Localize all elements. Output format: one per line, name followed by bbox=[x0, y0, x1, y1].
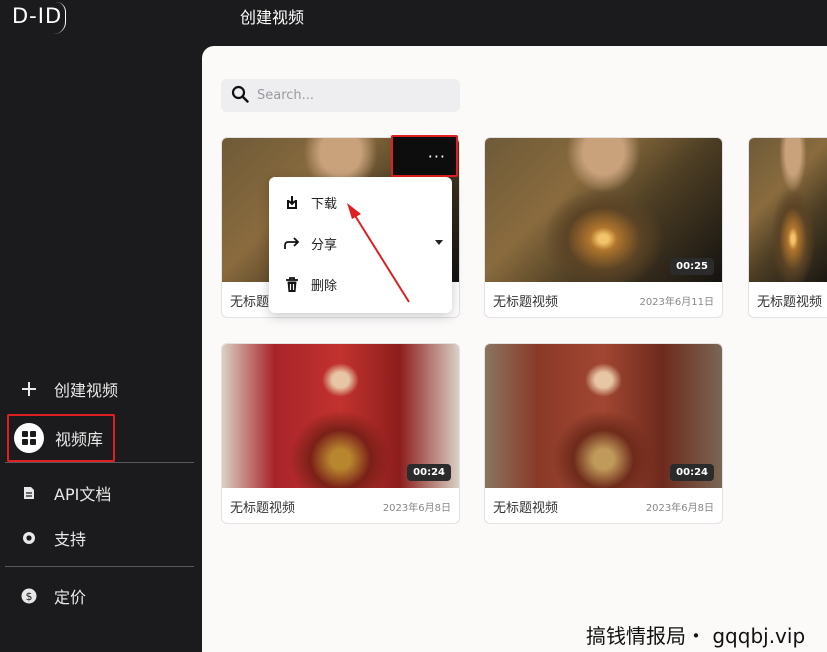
video-title: 无标题视频 bbox=[493, 295, 559, 310]
menu-item-delete[interactable]: 删除 bbox=[283, 275, 443, 294]
video-thumbnail[interactable]: 00:25 bbox=[485, 138, 722, 282]
menu-item-label: 下载 bbox=[311, 197, 338, 212]
duration-badge: 00:24 bbox=[407, 464, 451, 481]
share-arrow-icon bbox=[283, 236, 301, 251]
video-card[interactable]: 无标题视频 bbox=[748, 137, 827, 318]
sidebar-item-api-docs[interactable]: API文档 bbox=[0, 473, 194, 513]
video-thumbnail[interactable]: 00:24 bbox=[485, 344, 722, 488]
lifebuoy-icon bbox=[18, 531, 40, 545]
video-date: 2023年6月8日 bbox=[382, 503, 451, 514]
menu-item-download[interactable]: 下载 bbox=[283, 193, 443, 212]
logo-face-icon bbox=[52, 2, 66, 34]
sidebar-item-pricing[interactable]: $ 定价 bbox=[0, 576, 194, 616]
sidebar-divider bbox=[5, 566, 194, 567]
caret-down-icon bbox=[435, 240, 443, 245]
sidebar-item-label: 视频库 bbox=[55, 430, 104, 449]
did-logo[interactable]: D-ID bbox=[12, 2, 66, 34]
sidebar-item-video-library[interactable]: 视频库 bbox=[7, 414, 115, 462]
video-title: 无标题视频 bbox=[757, 295, 823, 310]
video-card[interactable]: 00:25 无标题视频 2023年6月11日 bbox=[484, 137, 723, 318]
plus-icon bbox=[18, 381, 40, 397]
search-bar[interactable] bbox=[221, 79, 460, 112]
menu-item-share[interactable]: 分享 bbox=[283, 234, 443, 253]
sidebar-item-label: 定价 bbox=[54, 588, 87, 607]
video-title: 无标题视频 bbox=[493, 501, 559, 516]
document-icon bbox=[18, 486, 40, 500]
watermark-text: 搞钱情报局・ gqqbj.vip bbox=[586, 624, 806, 648]
sidebar: D-ID 创建视频 视频库 API文档 支持 $ 定价 bbox=[0, 0, 202, 652]
video-date: 2023年6月8日 bbox=[645, 503, 714, 514]
more-options-button[interactable]: ··· bbox=[391, 135, 458, 177]
menu-item-label: 分享 bbox=[311, 238, 338, 253]
dollar-icon: $ bbox=[18, 588, 40, 604]
sidebar-divider bbox=[5, 462, 194, 463]
grid-icon bbox=[14, 423, 44, 453]
download-icon bbox=[283, 194, 301, 211]
trash-icon bbox=[283, 276, 301, 293]
video-thumbnail[interactable]: 00:24 bbox=[222, 344, 459, 488]
video-date: 2023年6月11日 bbox=[639, 297, 714, 308]
more-dots-icon: ··· bbox=[427, 146, 446, 166]
search-icon bbox=[231, 85, 249, 107]
video-title: 无标题视频 bbox=[230, 501, 296, 516]
context-menu: 下载 分享 删除 bbox=[269, 177, 452, 313]
video-thumbnail[interactable] bbox=[749, 138, 827, 282]
svg-text:$: $ bbox=[26, 590, 33, 603]
sidebar-item-create-video[interactable]: 创建视频 bbox=[0, 369, 194, 409]
sidebar-item-label: API文档 bbox=[54, 485, 112, 504]
duration-badge: 00:24 bbox=[670, 464, 714, 481]
page-title: 创建视频 bbox=[240, 8, 305, 27]
sidebar-item-label: 支持 bbox=[54, 530, 87, 549]
sidebar-item-label: 创建视频 bbox=[54, 381, 119, 400]
search-input[interactable] bbox=[257, 88, 447, 103]
video-card[interactable]: 00:24 无标题视频 2023年6月8日 bbox=[221, 343, 460, 524]
video-card[interactable]: 00:24 无标题视频 2023年6月8日 bbox=[484, 343, 723, 524]
duration-badge: 00:25 bbox=[670, 258, 714, 275]
menu-item-label: 删除 bbox=[311, 279, 338, 294]
sidebar-item-support[interactable]: 支持 bbox=[0, 518, 194, 558]
video-title: 无标题 bbox=[230, 295, 270, 310]
